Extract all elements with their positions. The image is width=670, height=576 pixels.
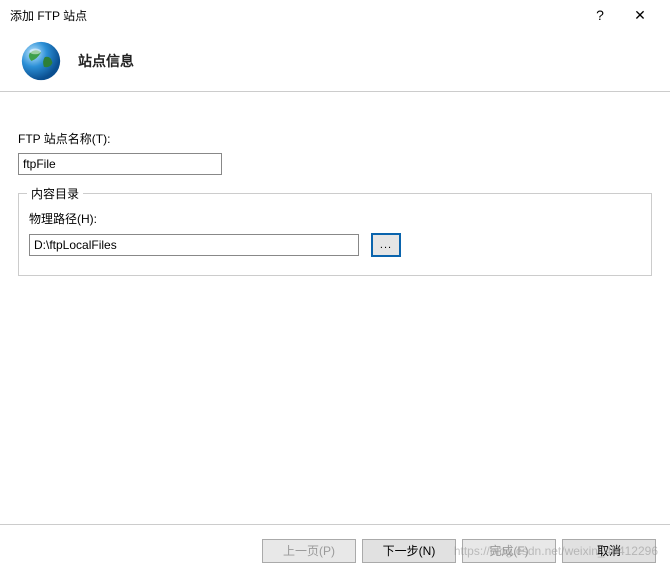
site-name-input[interactable] — [18, 153, 222, 175]
wizard-footer: 上一页(P) 下一步(N) 完成(F) 取消 — [0, 524, 670, 576]
previous-button: 上一页(P) — [262, 539, 356, 563]
page-title: 站点信息 — [78, 51, 134, 71]
wizard-body: FTP 站点名称(T): 内容目录 物理路径(H): ... — [0, 92, 670, 520]
help-button[interactable]: ? — [580, 0, 620, 30]
window-title: 添加 FTP 站点 — [10, 7, 580, 24]
content-directory-legend: 内容目录 — [27, 185, 83, 202]
browse-button[interactable]: ... — [371, 233, 401, 257]
physical-path-label: 物理路径(H): — [29, 210, 641, 227]
content-directory-group: 内容目录 物理路径(H): ... — [18, 193, 652, 276]
cancel-button[interactable]: 取消 — [562, 539, 656, 563]
wizard-header: 站点信息 — [0, 30, 670, 92]
site-name-label: FTP 站点名称(T): — [18, 130, 652, 147]
next-button[interactable]: 下一步(N) — [362, 539, 456, 563]
finish-button: 完成(F) — [462, 539, 556, 563]
physical-path-input[interactable] — [29, 234, 359, 256]
titlebar: 添加 FTP 站点 ? ✕ — [0, 0, 670, 30]
globe-icon — [18, 38, 64, 84]
close-button[interactable]: ✕ — [620, 0, 660, 30]
